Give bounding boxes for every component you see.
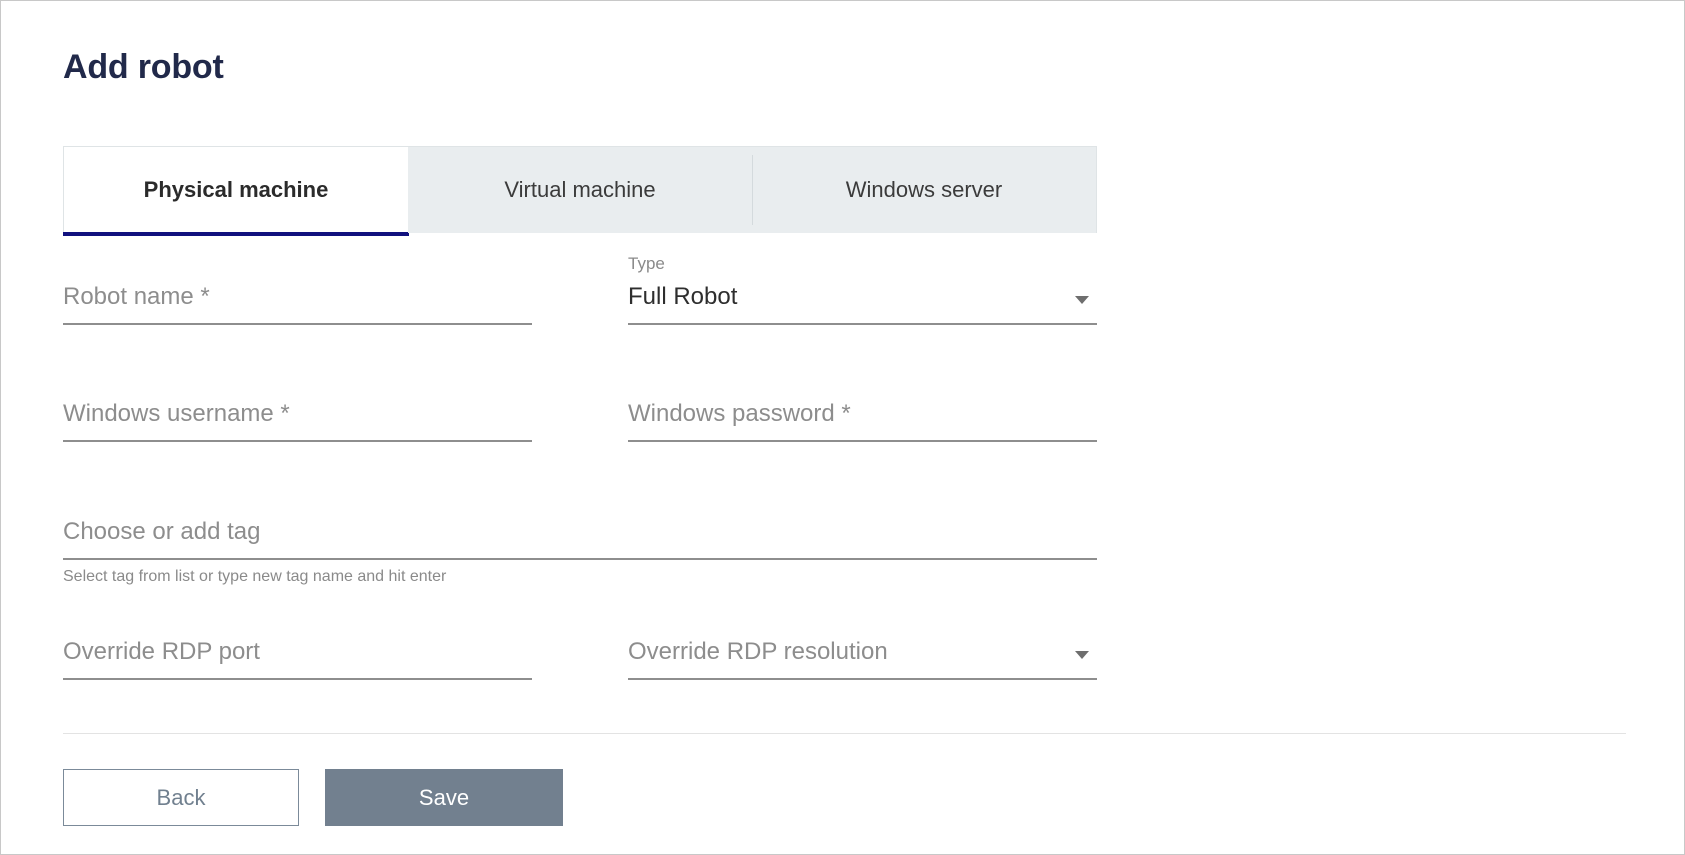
- override-rdp-port-underline: [63, 678, 532, 680]
- page-title: Add robot: [63, 48, 224, 86]
- override-rdp-resolution-select[interactable]: Override RDP resolution: [628, 612, 1097, 680]
- tag-field[interactable]: Choose or add tag: [63, 492, 1097, 560]
- tab-physical-machine[interactable]: Physical machine: [63, 147, 409, 236]
- tab-virtual-machine-label: Virtual machine: [504, 177, 656, 202]
- robot-name-placeholder: Robot name *: [63, 283, 210, 310]
- type-select[interactable]: Type Full Robot: [628, 254, 1097, 325]
- windows-password-placeholder: Windows password *: [628, 400, 851, 427]
- windows-password-column: Windows password *: [628, 374, 1097, 442]
- form-row-identity: Robot name * Type Full Robot: [63, 254, 1097, 325]
- override-rdp-resolution-placeholder: Override RDP resolution: [628, 638, 888, 665]
- type-value: Full Robot: [628, 283, 738, 310]
- tag-placeholder: Choose or add tag: [63, 518, 261, 545]
- windows-password-field[interactable]: Windows password *: [628, 374, 1097, 442]
- tab-windows-server-label: Windows server: [845, 177, 1003, 202]
- windows-username-underline: [63, 440, 532, 442]
- chevron-down-icon[interactable]: [1075, 296, 1089, 304]
- robot-name-field[interactable]: Robot name *: [63, 257, 532, 325]
- override-rdp-resolution-underline: [628, 678, 1097, 680]
- machine-type-tabs: Physical machine Virtual machine Windows…: [63, 146, 1097, 236]
- windows-username-field[interactable]: Windows username *: [63, 374, 532, 442]
- robot-name-underline: [63, 323, 532, 325]
- type-column: Type Full Robot: [628, 254, 1097, 325]
- chevron-down-icon[interactable]: [1075, 651, 1089, 659]
- tag-helper-text: Select tag from list or type new tag nam…: [63, 568, 447, 585]
- override-rdp-port-column: Override RDP port: [63, 612, 532, 680]
- tab-physical-machine-label: Physical machine: [143, 177, 329, 202]
- form-row-tag: Choose or add tag Select tag from list o…: [63, 492, 1097, 585]
- override-rdp-port-field[interactable]: Override RDP port: [63, 612, 532, 680]
- back-button[interactable]: Back: [63, 769, 299, 826]
- override-rdp-resolution-column: Override RDP resolution: [628, 612, 1097, 680]
- tag-column: Choose or add tag Select tag from list o…: [63, 492, 1097, 585]
- tab-windows-server[interactable]: Windows server: [752, 147, 1096, 233]
- tab-virtual-machine[interactable]: Virtual machine: [408, 147, 752, 233]
- type-label: Type: [628, 254, 665, 273]
- save-button[interactable]: Save: [325, 769, 563, 826]
- form-row-credentials: Windows username * Windows password *: [63, 374, 1097, 442]
- form-row-rdp: Override RDP port Override RDP resolutio…: [63, 612, 1097, 680]
- form-actions: Back Save: [63, 769, 563, 826]
- add-robot-form: Robot name * Type Full Robot Windows use…: [63, 254, 1097, 680]
- windows-username-column: Windows username *: [63, 374, 532, 442]
- robot-name-column: Robot name *: [63, 257, 532, 325]
- footer-divider: [63, 733, 1626, 734]
- type-underline: [628, 323, 1097, 325]
- override-rdp-port-placeholder: Override RDP port: [63, 638, 260, 665]
- tag-underline: [63, 558, 1097, 560]
- add-robot-page: Add robot Physical machine Virtual machi…: [0, 0, 1685, 855]
- windows-username-placeholder: Windows username *: [63, 400, 290, 427]
- windows-password-underline: [628, 440, 1097, 442]
